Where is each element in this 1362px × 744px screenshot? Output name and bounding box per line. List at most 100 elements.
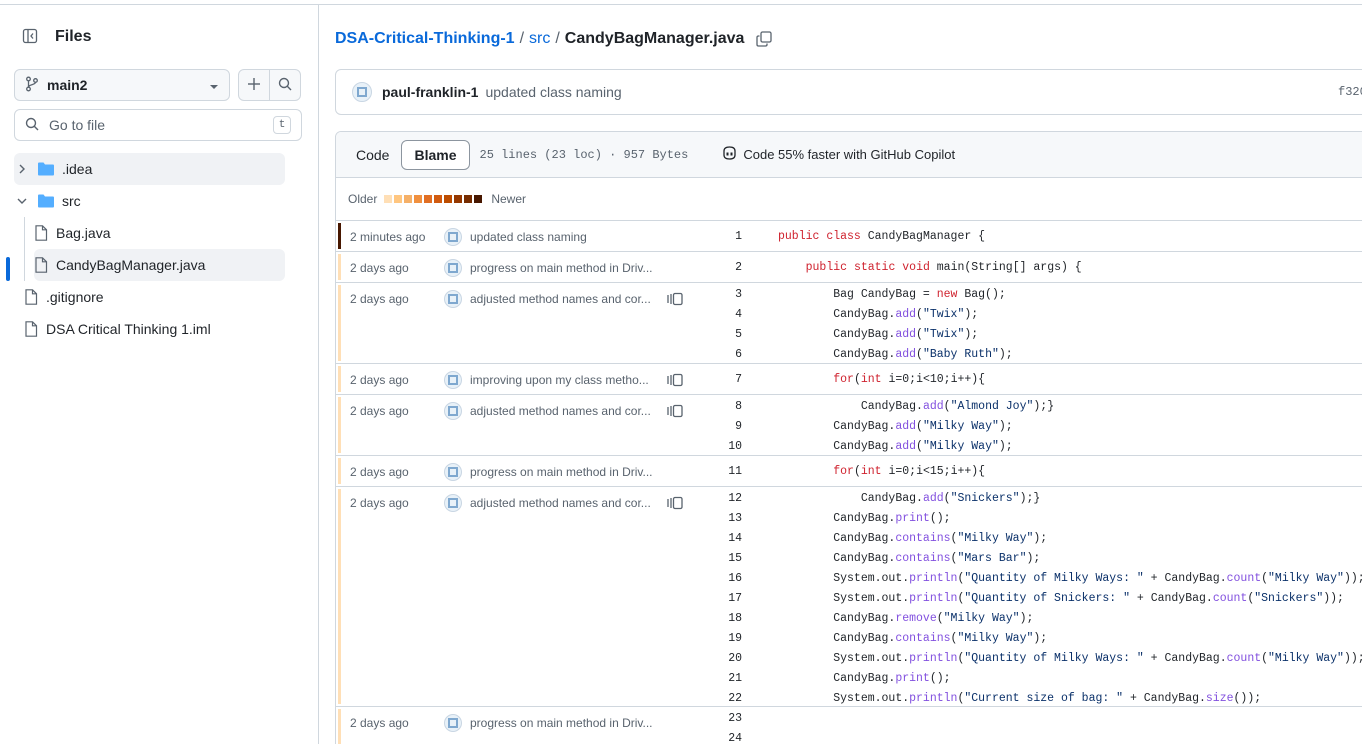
line-source: System.out.println("Quantity of Snickers… [778,591,1344,605]
tree-item-label: src [62,193,81,209]
tree-item-gitignore[interactable]: .gitignore [24,281,285,313]
tab-code[interactable]: Code [344,140,401,170]
avatar[interactable] [352,82,372,102]
search-code-button[interactable] [269,69,301,101]
commit-message-link[interactable]: progress on main method in Driv... [470,261,660,275]
age-indicator-bar [338,458,341,484]
chevron-right-icon[interactable] [14,164,30,174]
line-number[interactable]: 3 [706,288,742,301]
collapse-sidebar-button[interactable] [14,21,46,53]
line-source: CandyBag.add("Twix"); [778,307,979,321]
chevron-down-icon[interactable] [14,197,30,205]
line-number[interactable]: 5 [706,328,742,341]
avatar[interactable] [444,402,462,420]
commit-message-link[interactable]: adjusted method names and cor... [470,496,660,510]
line-number[interactable]: 19 [706,632,742,645]
legend-newer-label: Newer [491,192,527,206]
code-line: 14 CandyBag.contains("Milky Way"); [706,528,1047,548]
line-number[interactable]: 20 [706,652,742,665]
commit-message-link[interactable]: adjusted method names and cor... [470,292,660,306]
copy-path-icon[interactable] [756,31,773,47]
line-source: System.out.println("Current size of bag:… [778,691,1262,705]
tab-blame[interactable]: Blame [401,139,470,170]
commit-sha-link[interactable]: f320 [1338,85,1362,99]
commit-author-link[interactable]: paul-franklin-1 [382,84,478,100]
commit-message-link[interactable]: adjusted method names and cor... [470,404,660,418]
breadcrumb-repo-link[interactable]: DSA-Critical-Thinking-1 [335,30,515,48]
line-number[interactable]: 23 [706,712,742,725]
copilot-promo-link[interactable]: Code 55% faster with GitHub Copilot [722,146,955,163]
line-source: CandyBag.add("Snickers");} [778,491,1041,505]
blame-hunk: 2 days ago adjusted method names and cor.… [336,487,1362,707]
breadcrumb-dir-link[interactable]: src [529,30,550,48]
copilot-promo-text: Code 55% faster with GitHub Copilot [743,147,956,162]
line-number[interactable]: 13 [706,512,742,525]
avatar[interactable] [444,463,462,481]
add-file-button[interactable] [238,69,270,101]
line-source: CandyBag.print(); [778,511,951,525]
age-indicator-bar [338,397,341,453]
code-line: 11 for(int i=0;i<15;i++){ [706,461,985,481]
line-number[interactable]: 9 [706,420,742,433]
line-number[interactable]: 14 [706,532,742,545]
line-source: CandyBag.contains("Mars Bar"); [778,551,1041,565]
search-icon [278,77,292,94]
line-number[interactable]: 17 [706,592,742,605]
code-line: 21 CandyBag.print(); [706,668,951,688]
code-line: 4 CandyBag.add("Twix"); [706,304,978,324]
reblame-icon[interactable] [667,496,683,513]
tree-item-bag-java[interactable]: Bag.java [34,217,285,249]
line-number[interactable]: 10 [706,440,742,453]
avatar[interactable] [444,371,462,389]
age-indicator-bar [338,489,341,704]
avatar[interactable] [444,290,462,308]
tree-item-candybagmanager-java[interactable]: CandyBagManager.java [34,249,285,281]
reblame-icon[interactable] [667,373,683,390]
plus-icon [247,77,261,94]
line-number[interactable]: 2 [706,261,742,274]
commit-message-link[interactable]: updated class naming [470,230,660,244]
blame-toolbar: Code Blame 25 lines (23 loc) · 957 Bytes… [336,132,1362,178]
line-number[interactable]: 21 [706,672,742,685]
line-number[interactable]: 18 [706,612,742,625]
avatar[interactable] [444,714,462,732]
commit-date: 2 days ago [350,404,409,418]
line-source: CandyBag.print(); [778,671,951,685]
line-number[interactable]: 1 [706,230,742,243]
line-number[interactable]: 22 [706,692,742,705]
commit-message-link[interactable]: progress on main method in Driv... [470,716,660,730]
commit-message-link[interactable]: progress on main method in Driv... [470,465,660,479]
selected-indicator [6,257,10,281]
commit-message-link[interactable]: improving upon my class metho... [470,373,660,387]
commit-message-link[interactable]: updated class naming [485,84,621,100]
line-number[interactable]: 11 [706,465,742,478]
line-number[interactable]: 12 [706,492,742,505]
line-number[interactable]: 6 [706,348,742,361]
branch-selector[interactable]: main2 [14,69,230,101]
code-line: 7 for(int i=0;i<10;i++){ [706,369,985,389]
line-source: public static void main(String[] args) { [805,260,1082,274]
line-number[interactable]: 16 [706,572,742,585]
code-line: 1 public class CandyBagManager { [706,226,985,246]
line-source: CandyBag.remove("Milky Way"); [778,611,1034,625]
tree-item-src[interactable]: src [14,185,285,217]
line-number[interactable]: 24 [706,732,742,744]
avatar[interactable] [444,259,462,277]
git-branch-icon [25,76,39,95]
code-line: 23 [706,708,778,728]
avatar[interactable] [444,228,462,246]
go-to-file-input[interactable]: Go to file t [14,109,302,141]
tree-item-idea[interactable]: .idea [14,153,285,185]
line-source: for(int i=0;i<10;i++){ [833,372,986,386]
avatar[interactable] [444,494,462,512]
line-number[interactable]: 8 [706,400,742,413]
age-indicator-bar [338,366,341,392]
line-number[interactable]: 4 [706,308,742,321]
reblame-icon[interactable] [667,292,683,309]
file-icon [24,289,38,305]
line-number[interactable]: 7 [706,373,742,386]
line-number[interactable]: 15 [706,552,742,565]
reblame-icon[interactable] [667,404,683,421]
age-indicator-bar [338,285,341,361]
tree-item-iml[interactable]: DSA Critical Thinking 1.iml [24,313,285,345]
